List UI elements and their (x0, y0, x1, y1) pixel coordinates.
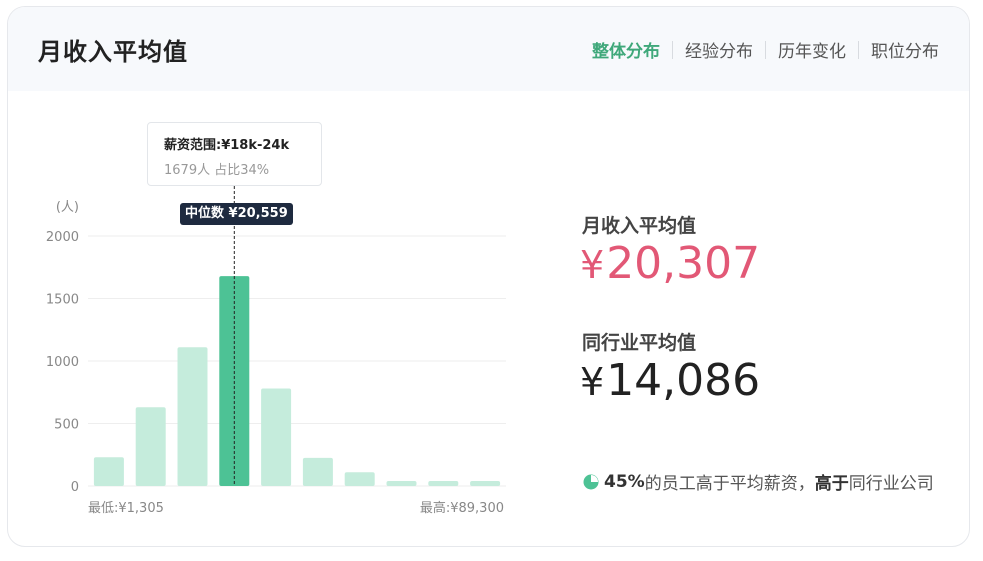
bar[interactable] (344, 472, 375, 486)
tab-experience[interactable]: 经验分布 (685, 37, 753, 62)
currency-symbol: ¥ (580, 243, 605, 287)
bar-highlighted[interactable] (219, 276, 250, 486)
tab-divider (858, 40, 859, 59)
bar[interactable] (386, 481, 417, 486)
currency-symbol: ¥ (580, 360, 605, 404)
tab-position[interactable]: 职位分布 (871, 37, 939, 62)
bar[interactable] (177, 347, 208, 486)
avg-salary-value: ¥20,307 (580, 238, 760, 289)
industry-avg-label: 同行业平均值 (582, 332, 697, 354)
bar[interactable] (135, 407, 166, 486)
bar[interactable] (428, 481, 459, 486)
card-title: 月收入平均值 (38, 38, 188, 66)
tab-bar: 整体分布 经验分布 历年变化 职位分布 (592, 37, 939, 62)
card-header: 月收入平均值 整体分布 经验分布 历年变化 职位分布 (8, 7, 969, 91)
tooltip-range: 薪资范围:¥18k-24k (164, 138, 290, 153)
pie-chart-icon (583, 474, 599, 489)
bar[interactable] (470, 481, 501, 486)
bar[interactable] (261, 388, 292, 487)
industry-avg-value: ¥14,086 (580, 355, 760, 406)
comparison-percent: 45% (604, 471, 645, 492)
chart-tooltip: 薪资范围:¥18k-24k 1679人 占比34% (147, 122, 322, 186)
median-tag: 中位数 ¥20,559 (180, 203, 293, 225)
industry-avg-number: 14,086 (606, 355, 761, 406)
comparison-note: 45% 的员工高于平均薪资， 高于 同行业公司 (583, 469, 934, 494)
comparison-text-1: 的员工高于平均薪资， (644, 474, 815, 494)
bar[interactable] (302, 457, 333, 486)
tab-history[interactable]: 历年变化 (778, 37, 846, 62)
tab-divider (765, 40, 766, 59)
bar[interactable] (93, 457, 124, 486)
tooltip-detail: 1679人 占比34% (164, 163, 270, 178)
tab-overall[interactable]: 整体分布 (592, 37, 660, 62)
comparison-bold: 高于 (814, 474, 849, 494)
avg-salary-label: 月收入平均值 (582, 215, 697, 237)
tab-divider (672, 40, 673, 59)
comparison-text-2: 同行业公司 (848, 474, 934, 494)
avg-salary-number: 20,307 (606, 238, 761, 289)
